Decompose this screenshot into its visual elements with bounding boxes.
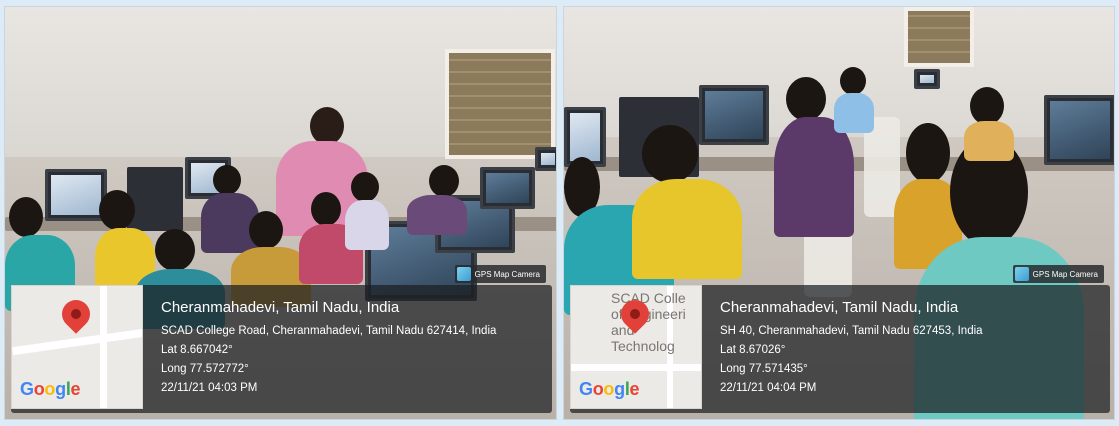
latitude: Lat 8.67026° bbox=[720, 344, 786, 356]
photo-left: GPS Map Camera Cheranmahadevi, Tamil Nad… bbox=[4, 6, 557, 420]
location-map: Google bbox=[11, 285, 143, 409]
computer-monitor bbox=[480, 167, 535, 209]
map-pin-icon bbox=[56, 294, 96, 334]
location-details: Cheranmahadevi, Tamil Nadu, India SH 40,… bbox=[720, 299, 1102, 398]
longitude: Long 77.572772° bbox=[161, 363, 249, 375]
window bbox=[904, 7, 974, 67]
map-place-label: SCAD Colle of Engineeri and Technolog bbox=[611, 290, 686, 354]
gps-map-camera-badge: GPS Map Camera bbox=[1012, 265, 1104, 283]
latitude: Lat 8.667042° bbox=[161, 344, 233, 356]
gps-camera-icon bbox=[456, 267, 471, 281]
google-logo: Google bbox=[20, 379, 81, 399]
google-logo: Google bbox=[579, 379, 640, 399]
location-details: Cheranmahadevi, Tamil Nadu, India SCAD C… bbox=[161, 299, 544, 398]
address-line: SH 40, Cheranmahadevi, Tamil Nadu 627453… bbox=[720, 325, 983, 337]
location-map: SCAD Colle of Engineeri and Technolog Go… bbox=[570, 285, 702, 409]
window bbox=[445, 49, 555, 159]
timestamp: 22/11/21 04:03 PM bbox=[161, 382, 258, 394]
computer-monitor bbox=[699, 85, 769, 145]
longitude: Long 77.571435° bbox=[720, 363, 808, 375]
address-line: SCAD College Road, Cheranmahadevi, Tamil… bbox=[161, 325, 497, 337]
city-title: Cheranmahadevi, Tamil Nadu, India bbox=[720, 299, 959, 316]
computer-monitor bbox=[45, 169, 107, 221]
gps-map-camera-badge: GPS Map Camera bbox=[454, 265, 546, 283]
gps-camera-icon bbox=[1014, 267, 1029, 281]
timestamp: 22/11/21 04:04 PM bbox=[720, 382, 817, 394]
photo-right: GPS Map Camera Cheranmahadevi, Tamil Nad… bbox=[563, 6, 1115, 420]
computer-monitor bbox=[1044, 95, 1114, 165]
city-title: Cheranmahadevi, Tamil Nadu, India bbox=[161, 299, 400, 316]
